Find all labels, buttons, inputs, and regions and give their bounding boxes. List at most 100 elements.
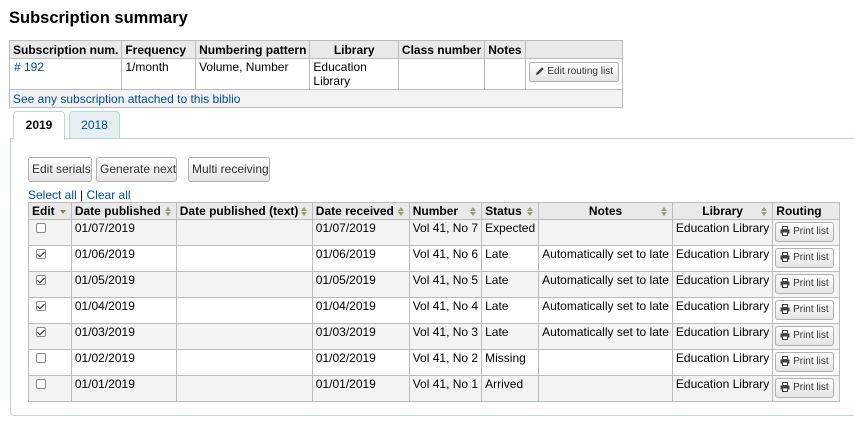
col-edit[interactable]: Edit	[28, 202, 72, 220]
col-serial-library[interactable]: Library	[671, 202, 774, 220]
edit-checkbox[interactable]	[35, 275, 46, 285]
tab-2019[interactable]: 2019	[13, 111, 65, 140]
subscription-row: # 192 1/month Volume, Number Education L…	[8, 58, 624, 90]
sort-icon	[300, 207, 307, 216]
see-any-subscription-link[interactable]: See any subscription attached to this bi…	[13, 92, 240, 106]
print-list-button[interactable]: Print list	[775, 378, 834, 398]
print-list-button[interactable]: Print list	[775, 300, 834, 320]
actions-cell: Edit routing list	[524, 58, 624, 90]
print-list-button[interactable]: Print list	[775, 222, 834, 242]
printer-icon	[780, 226, 790, 236]
edit-serials-button[interactable]: Edit serials	[28, 157, 92, 182]
date-received-cell: 01/05/2019	[311, 271, 410, 298]
edit-checkbox[interactable]	[35, 379, 46, 389]
notes-cell: Automatically set to late	[538, 323, 673, 350]
col-frequency: Frequency	[121, 40, 197, 59]
print-list-button[interactable]: Print list	[775, 248, 834, 268]
library-value: Education Library	[309, 58, 399, 90]
printer-icon	[780, 382, 790, 392]
edit-checkbox[interactable]	[35, 301, 46, 311]
col-date-received[interactable]: Date received	[311, 202, 410, 220]
col-number[interactable]: Number	[408, 202, 483, 220]
col-date-published-label: Date published	[74, 204, 161, 218]
select-separator: |	[80, 188, 84, 202]
date-received-cell: 01/01/2019	[311, 375, 410, 402]
col-date-published[interactable]: Date published	[70, 202, 177, 220]
col-class-number: Class number	[397, 40, 486, 59]
printer-icon	[780, 330, 790, 340]
subscription-num-cell: # 192	[8, 58, 123, 90]
notes-cell: Automatically set to late	[538, 271, 673, 298]
select-links: Select all | Clear all	[28, 188, 131, 202]
edit-cell	[28, 375, 72, 402]
col-notes: Notes	[484, 40, 526, 59]
sort-icon	[761, 207, 768, 216]
multi-receiving-button[interactable]: Multi receiving	[188, 157, 270, 182]
see-any-row: See any subscription attached to this bi…	[9, 89, 623, 108]
library-cell: Education Library	[671, 219, 774, 246]
routing-cell: Print list	[772, 375, 840, 402]
subscription-num-link[interactable]: # 192	[14, 60, 44, 74]
date-published-cell: 01/07/2019	[70, 219, 177, 246]
library-cell: Education Library	[671, 323, 774, 350]
numbering-pattern-value: Volume, Number	[195, 58, 311, 90]
select-all-link[interactable]: Select all	[28, 188, 77, 202]
status-cell: Arrived	[481, 375, 540, 402]
col-routing: Routing	[772, 202, 840, 220]
edit-checkbox[interactable]	[35, 249, 46, 259]
table-row: 01/04/2019 01/04/2019 Vol 41, No 4 Late …	[28, 297, 840, 324]
notes-cell	[538, 375, 673, 402]
print-list-button[interactable]: Print list	[775, 274, 834, 294]
sort-icon	[164, 207, 171, 216]
edit-checkbox[interactable]	[35, 327, 46, 337]
number-cell: Vol 41, No 7	[408, 219, 483, 246]
routing-cell: Print list	[772, 219, 840, 246]
number-cell: Vol 41, No 4	[408, 297, 483, 324]
edit-checkbox[interactable]	[35, 223, 46, 233]
edit-checkbox[interactable]	[35, 353, 46, 363]
col-date-published-text[interactable]: Date published (text)	[175, 202, 313, 220]
date-received-cell: 01/02/2019	[311, 349, 410, 376]
routing-cell: Print list	[772, 245, 840, 272]
date-published-text-cell	[175, 297, 313, 324]
clear-all-link[interactable]: Clear all	[87, 188, 131, 202]
col-number-label: Number	[412, 204, 459, 218]
subscription-summary-table: Subscription num. Frequency Numbering pa…	[8, 40, 624, 108]
sort-icon	[527, 207, 534, 216]
print-list-button[interactable]: Print list	[775, 352, 834, 372]
sort-desc-icon	[59, 210, 66, 214]
number-cell: Vol 41, No 5	[408, 271, 483, 298]
sort-icon	[470, 207, 477, 216]
date-published-text-cell	[175, 375, 313, 402]
status-cell: Late	[481, 297, 540, 324]
edit-cell	[28, 271, 72, 298]
routing-cell: Print list	[772, 271, 840, 298]
notes-value	[484, 58, 526, 90]
see-any-cell: See any subscription attached to this bi…	[9, 89, 623, 108]
col-date-published-text-label: Date published (text)	[179, 204, 299, 218]
date-published-text-cell	[175, 323, 313, 350]
generate-next-button[interactable]: Generate next	[96, 157, 177, 182]
table-row: 01/01/2019 01/01/2019 Vol 41, No 1 Arriv…	[28, 375, 840, 402]
col-serial-notes[interactable]: Notes	[538, 202, 673, 220]
table-row: 01/03/2019 01/03/2019 Vol 41, No 3 Late …	[28, 323, 840, 350]
notes-cell: Automatically set to late	[538, 245, 673, 272]
print-list-button[interactable]: Print list	[775, 326, 834, 346]
edit-routing-list-button[interactable]: Edit routing list	[528, 62, 619, 82]
tab-2018[interactable]: 2018	[69, 111, 120, 139]
status-cell: Late	[481, 323, 540, 350]
notes-cell	[538, 219, 673, 246]
library-cell: Education Library	[671, 375, 774, 402]
table-row: 01/06/2019 01/06/2019 Vol 41, No 6 Late …	[28, 245, 840, 272]
printer-icon	[780, 278, 790, 288]
class-number-value	[397, 58, 486, 90]
serials-body: 01/07/2019 01/07/2019 Vol 41, No 7 Expec…	[28, 219, 840, 402]
date-published-text-cell	[175, 245, 313, 272]
printer-icon	[780, 304, 790, 314]
frequency-value: 1/month	[121, 58, 197, 90]
col-status[interactable]: Status	[481, 202, 540, 220]
date-published-cell: 01/01/2019	[70, 375, 177, 402]
routing-cell: Print list	[772, 349, 840, 376]
edit-cell	[28, 219, 72, 246]
date-received-cell: 01/04/2019	[311, 297, 410, 324]
